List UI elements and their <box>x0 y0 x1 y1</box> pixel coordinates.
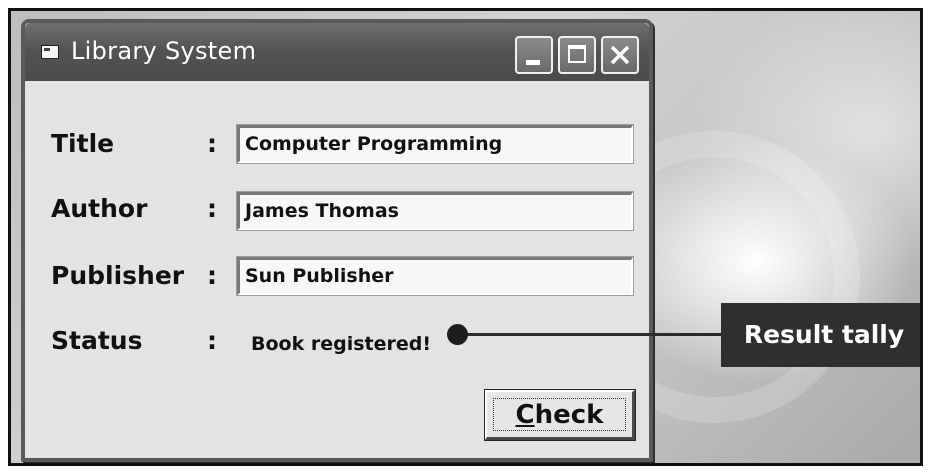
maximize-icon[interactable] <box>558 36 596 74</box>
author-input[interactable]: James Thomas <box>236 191 634 231</box>
check-label-rest: heck <box>534 400 604 430</box>
window-title: Library System <box>71 37 257 65</box>
check-button-label: Check <box>493 398 626 431</box>
author-separator: : <box>207 194 217 223</box>
callout-connector <box>451 333 729 336</box>
status-value: Book registered! <box>251 333 432 355</box>
minimize-icon[interactable] <box>515 36 553 74</box>
status-separator: : <box>207 326 217 355</box>
result-tally-callout: Result tally <box>721 303 920 367</box>
publisher-separator: : <box>207 261 217 290</box>
app-window-icon[interactable] <box>41 45 59 59</box>
library-system-window: Library System Title : Computer Programm… <box>21 19 653 462</box>
check-button[interactable]: Check <box>484 389 636 441</box>
close-glyph <box>610 45 630 65</box>
status-label: Status <box>51 326 143 355</box>
author-label: Author <box>51 194 148 223</box>
publisher-label: Publisher <box>51 261 185 290</box>
close-icon[interactable] <box>601 36 639 74</box>
title-separator: : <box>207 129 217 158</box>
title-label: Title <box>51 129 115 158</box>
publisher-input[interactable]: Sun Publisher <box>236 256 634 296</box>
callout-dot <box>447 324 468 345</box>
title-bar[interactable]: Library System <box>25 23 649 81</box>
screenshot-frame: Library System Title : Computer Programm… <box>8 8 923 466</box>
check-accelerator-key: C <box>515 400 535 430</box>
title-input[interactable]: Computer Programming <box>236 124 634 164</box>
